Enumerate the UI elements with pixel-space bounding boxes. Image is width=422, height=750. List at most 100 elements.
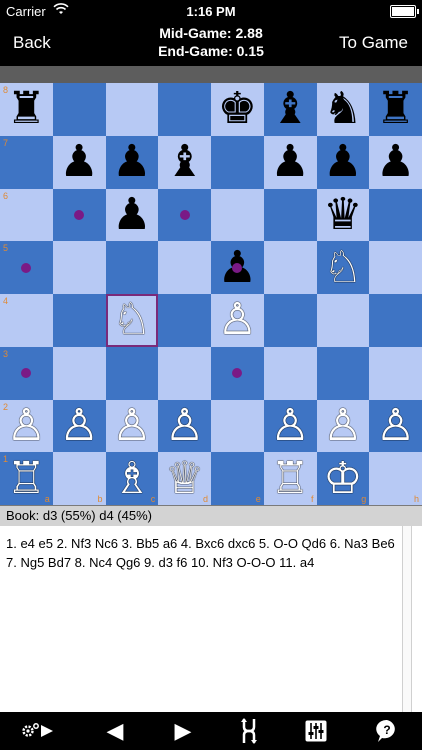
previous-move-button[interactable]: ◀ (100, 712, 130, 750)
square-h6[interactable] (369, 188, 422, 242)
square-a6[interactable]: 6 (0, 188, 53, 242)
black-rook-icon[interactable]: ♜ (0, 83, 53, 136)
square-f6[interactable] (263, 188, 317, 242)
square-f7[interactable]: ♟ (263, 135, 317, 189)
square-b8[interactable] (52, 83, 106, 136)
square-d5[interactable] (158, 241, 211, 294)
white-queen-icon[interactable]: ♕ (158, 452, 211, 505)
square-g4[interactable] (316, 294, 370, 347)
square-e4[interactable]: ♙ (211, 294, 264, 347)
square-b7[interactable]: ♟ (52, 135, 106, 189)
square-a4[interactable]: 4 (0, 294, 53, 347)
square-g6[interactable]: ♛ (316, 188, 370, 242)
black-rook-icon[interactable]: ♜ (369, 83, 422, 136)
legal-move-dot[interactable] (179, 209, 190, 220)
square-g3[interactable] (316, 346, 370, 400)
square-c7[interactable]: ♟ (105, 135, 159, 189)
white-pawn-icon[interactable]: ♙ (264, 400, 317, 453)
next-move-button[interactable]: ▶ (168, 712, 198, 750)
square-c6[interactable]: ♟ (105, 188, 159, 242)
black-pawn-icon[interactable]: ♟ (317, 136, 370, 189)
white-bishop-icon[interactable]: ♗ (106, 452, 159, 505)
white-pawn-icon[interactable]: ♙ (317, 400, 370, 453)
white-king-icon[interactable]: ♔ (317, 452, 370, 505)
square-c5[interactable] (105, 241, 159, 294)
square-d7[interactable]: ♝ (158, 135, 211, 189)
black-pawn-icon[interactable]: ♟ (106, 136, 159, 189)
square-e3[interactable] (211, 346, 264, 400)
black-queen-icon[interactable]: ♛ (317, 189, 370, 242)
square-b4[interactable] (52, 294, 106, 347)
square-b2[interactable]: ♙ (52, 399, 106, 453)
black-king-icon[interactable]: ♚ (211, 83, 264, 136)
square-d6[interactable] (158, 188, 211, 242)
square-c8[interactable] (105, 83, 159, 136)
help-button[interactable]: ? (372, 712, 402, 750)
square-f5[interactable] (263, 241, 317, 294)
square-a8[interactable]: 8 ♜ (0, 83, 53, 136)
square-h1[interactable]: h (369, 452, 422, 505)
square-d3[interactable] (158, 346, 211, 400)
analysis-settings-button[interactable] (301, 712, 331, 750)
square-c3[interactable] (105, 346, 159, 400)
square-e1[interactable]: e (211, 452, 264, 505)
square-b6[interactable] (52, 188, 106, 242)
square-f3[interactable] (263, 346, 317, 400)
black-bishop-icon[interactable]: ♝ (264, 83, 317, 136)
square-a3[interactable]: 3 (0, 346, 53, 400)
square-e5[interactable]: ♟ (211, 241, 264, 294)
white-pawn-icon[interactable]: ♙ (369, 400, 422, 453)
square-g8[interactable]: ♞ (316, 83, 370, 136)
square-d4[interactable] (158, 294, 211, 347)
move-list-scrollbar[interactable] (402, 526, 412, 712)
white-knight-icon[interactable]: ♘ (106, 294, 159, 347)
chess-board[interactable]: 8♜♚♝♞♜7♟♟♝♟♟♟6♟♛5♟♘4♘♙32♙♙♙♙♙♙♙1a♖bc♗d♕e… (0, 83, 422, 505)
square-a2[interactable]: 2 ♙ (0, 399, 53, 453)
square-d1[interactable]: d ♕ (158, 452, 211, 505)
square-g1[interactable]: g ♔ (316, 452, 370, 505)
square-a7[interactable]: 7 (0, 135, 53, 189)
move-list[interactable]: 1. e4 e5 2. Nf3 Nc6 3. Bb5 a6 4. Bxc6 dx… (0, 526, 422, 712)
white-rook-icon[interactable]: ♖ (264, 452, 317, 505)
square-a1[interactable]: 1 a ♖ (0, 452, 53, 505)
square-f1[interactable]: f ♖ (263, 452, 317, 505)
black-knight-icon[interactable]: ♞ (317, 83, 370, 136)
settings-play-button[interactable] (18, 712, 58, 750)
square-a5[interactable]: 5 (0, 241, 53, 294)
square-e7[interactable] (211, 135, 264, 189)
black-bishop-icon[interactable]: ♝ (158, 136, 211, 189)
square-c4[interactable]: ♘ (105, 294, 159, 347)
white-knight-icon[interactable]: ♘ (317, 241, 370, 294)
square-f4[interactable] (263, 294, 317, 347)
square-g2[interactable]: ♙ (316, 399, 370, 453)
black-pawn-icon[interactable]: ♟ (369, 136, 422, 189)
white-pawn-icon[interactable]: ♙ (158, 400, 211, 453)
square-b5[interactable] (52, 241, 106, 294)
white-pawn-icon[interactable]: ♙ (211, 294, 264, 347)
square-f8[interactable]: ♝ (263, 83, 317, 136)
square-e8[interactable]: ♚ (211, 83, 264, 136)
square-f2[interactable]: ♙ (263, 399, 317, 453)
to-game-button[interactable]: To Game (339, 33, 408, 53)
square-h8[interactable]: ♜ (369, 83, 422, 136)
flip-board-button[interactable] (234, 712, 264, 750)
black-pawn-icon[interactable]: ♟ (106, 189, 159, 242)
square-g7[interactable]: ♟ (316, 135, 370, 189)
square-h3[interactable] (369, 346, 422, 400)
square-c2[interactable]: ♙ (105, 399, 159, 453)
white-pawn-icon[interactable]: ♙ (53, 400, 106, 453)
legal-move-dot[interactable] (74, 209, 85, 220)
square-h2[interactable]: ♙ (369, 399, 422, 453)
legal-move-dot[interactable] (21, 368, 32, 379)
white-rook-icon[interactable]: ♖ (0, 452, 53, 505)
square-g5[interactable]: ♘ (316, 241, 370, 294)
square-h7[interactable]: ♟ (369, 135, 422, 189)
white-pawn-icon[interactable]: ♙ (0, 400, 53, 453)
square-c1[interactable]: c ♗ (105, 452, 159, 505)
square-e2[interactable] (211, 399, 264, 453)
square-h4[interactable] (369, 294, 422, 347)
square-b1[interactable]: b (52, 452, 106, 505)
square-d2[interactable]: ♙ (158, 399, 211, 453)
black-pawn-icon[interactable]: ♟ (264, 136, 317, 189)
legal-move-dot[interactable] (232, 368, 243, 379)
